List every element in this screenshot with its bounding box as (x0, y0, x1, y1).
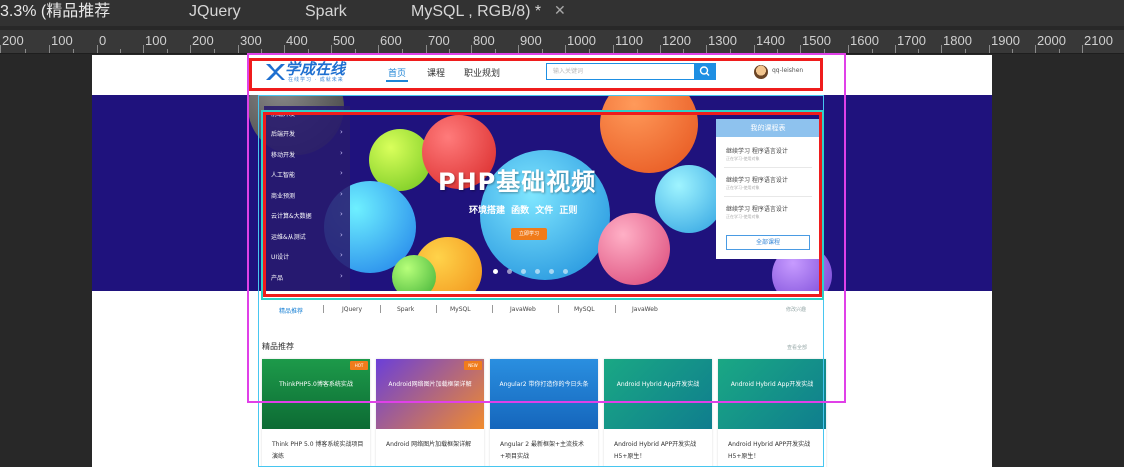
ruler-tick (167, 49, 168, 53)
ruler-label: 300 (240, 33, 262, 48)
ruler-tick (848, 45, 849, 53)
tab-close-icon[interactable]: ✕ (554, 0, 566, 26)
ruler-label: 1000 (567, 33, 596, 48)
ruler-label: 2000 (1037, 33, 1066, 48)
ruler-tick (872, 49, 873, 53)
ruler-label: 500 (333, 33, 355, 48)
ruler-tick (754, 45, 755, 53)
ruler-tick (1082, 45, 1083, 53)
ruler-label: 900 (520, 33, 542, 48)
ruler-tick (25, 49, 26, 53)
ruler-tick (918, 49, 919, 53)
ruler-label: 200 (192, 33, 214, 48)
ruler-tick (965, 49, 966, 53)
tab-current-document[interactable]: 3.3% (精品推荐 (0, 0, 110, 26)
ruler-tick (49, 45, 50, 53)
ruler-label: 600 (380, 33, 402, 48)
ruler-tick (1012, 49, 1013, 53)
ruler-tick (518, 45, 519, 53)
ruler-label: 800 (473, 33, 495, 48)
ruler-label: 2100 (1084, 33, 1113, 48)
tab-spark[interactable]: Spark (305, 0, 347, 26)
ruler-tick (331, 45, 332, 53)
ruler-tick (471, 45, 472, 53)
horizontal-ruler: 200 100 0 100 200 300 400 500 600 700 800 900 1000 11… (0, 30, 1124, 54)
ruler-label: 1800 (943, 33, 972, 48)
ruler-tick (660, 45, 661, 53)
tab-jquery[interactable]: JQuery (189, 0, 241, 26)
ruler-tick (97, 45, 98, 53)
ruler-label: 1300 (708, 33, 737, 48)
ruler-tick (706, 45, 707, 53)
ruler-tick (565, 45, 566, 53)
ruler-tick (1059, 49, 1060, 53)
ruler-label: 0 (99, 33, 107, 48)
ruler-tick (284, 45, 285, 53)
ruler-label: 1900 (991, 33, 1020, 48)
ruler-tick (120, 49, 121, 53)
ruler-label: 700 (428, 33, 450, 48)
photoshop-window: 3.3% (精品推荐 JQuery Spark MySQL , RGB/8) *… (0, 0, 1124, 467)
ruler-tick (613, 45, 614, 53)
ruler-tick (989, 45, 990, 53)
artboard-selection-box (247, 53, 846, 403)
ruler-tick (214, 49, 215, 53)
ruler-tick (143, 45, 144, 53)
ruler-tick (238, 45, 239, 53)
ruler-label: 1200 (662, 33, 691, 48)
ruler-tick (895, 45, 896, 53)
ruler-label: 1500 (802, 33, 831, 48)
ruler-label: 100 (145, 33, 167, 48)
document-tab-bar: 3.3% (精品推荐 JQuery Spark MySQL , RGB/8) *… (0, 0, 1124, 26)
ruler-tick (1035, 45, 1036, 53)
tab-mysql[interactable]: MySQL , RGB/8) * (411, 0, 541, 26)
ruler-tick (0, 45, 1, 53)
ruler-label: 1400 (756, 33, 785, 48)
ruler-tick (941, 45, 942, 53)
ruler-tick (73, 49, 74, 53)
ruler-tick (426, 45, 427, 53)
ruler-label: 200 (2, 33, 24, 48)
ruler-tick (800, 45, 801, 53)
ruler-label: 1600 (850, 33, 879, 48)
ruler-tick (378, 45, 379, 53)
ruler-tick (190, 45, 191, 53)
ruler-label: 1100 (615, 33, 643, 48)
ruler-label: 1700 (897, 33, 926, 48)
ruler-label: 400 (286, 33, 308, 48)
ruler-label: 100 (51, 33, 73, 48)
